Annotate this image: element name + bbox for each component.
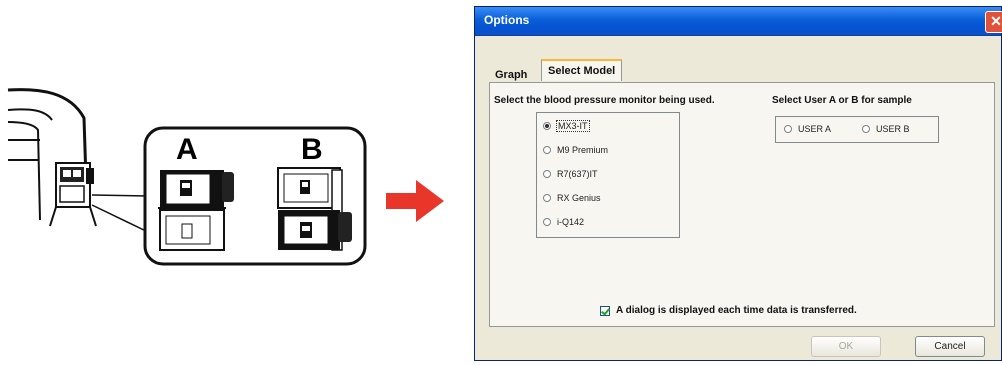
radio-button[interactable] [543,170,551,178]
tab-graph[interactable]: Graph [495,69,527,81]
radio-button[interactable] [543,194,551,202]
model-option-label: MX3-IT [556,120,590,132]
dialog-title: Options [484,13,530,27]
dialog-titlebar[interactable]: Options ✕ [475,7,1002,36]
select-model-panel: Select the blood pressure monitor being … [489,82,995,327]
radio-button[interactable] [543,218,551,226]
user-option-label: USER A [798,124,832,134]
transfer-dialog-checkbox-row[interactable]: A dialog is displayed each time data is … [600,305,857,316]
close-icon: ✕ [990,13,1002,29]
options-dialog: Options ✕ Graph Select Model Select the … [474,6,1002,361]
model-option-label: i-Q142 [557,217,585,227]
close-button[interactable]: ✕ [985,11,1002,33]
ok-button[interactable]: OK [811,336,881,357]
user-option-a[interactable]: USER A [784,124,831,134]
user-option-b[interactable]: USER B [862,124,910,134]
model-option-mx3-it[interactable]: MX3-IT [543,120,590,132]
radio-button[interactable] [862,125,870,133]
model-option-m9-premium[interactable]: M9 Premium [543,145,608,155]
model-option-r7[interactable]: R7(637)IT [543,169,598,179]
tab-select-model[interactable]: Select Model [541,59,623,81]
radio-button[interactable] [543,146,551,154]
monitor-heading: Select the blood pressure monitor being … [494,95,715,106]
connector-illustration: A B [0,0,460,361]
user-groupbox: USER A USER B [775,116,939,143]
connector-a-label: A [176,133,198,166]
model-option-label: R7(637)IT [557,169,598,179]
transfer-dialog-checkbox-label: A dialog is displayed each time data is … [616,305,857,316]
model-option-i-q142[interactable]: i-Q142 [543,217,584,227]
model-option-label: RX Genius [557,193,601,203]
model-groupbox: MX3-IT M9 Premium R7(637)IT RX Genius i-… [536,112,680,238]
radio-button[interactable] [784,125,792,133]
right-arrow-icon [386,180,444,222]
user-option-label: USER B [876,124,910,134]
radio-button[interactable] [543,122,551,130]
model-option-label: M9 Premium [557,145,609,155]
cancel-button[interactable]: Cancel [915,336,985,357]
connector-b-label: B [301,133,323,166]
user-heading: Select User A or B for sample [772,95,912,106]
model-option-rx-genius[interactable]: RX Genius [543,193,601,203]
transfer-dialog-checkbox[interactable] [600,305,610,316]
